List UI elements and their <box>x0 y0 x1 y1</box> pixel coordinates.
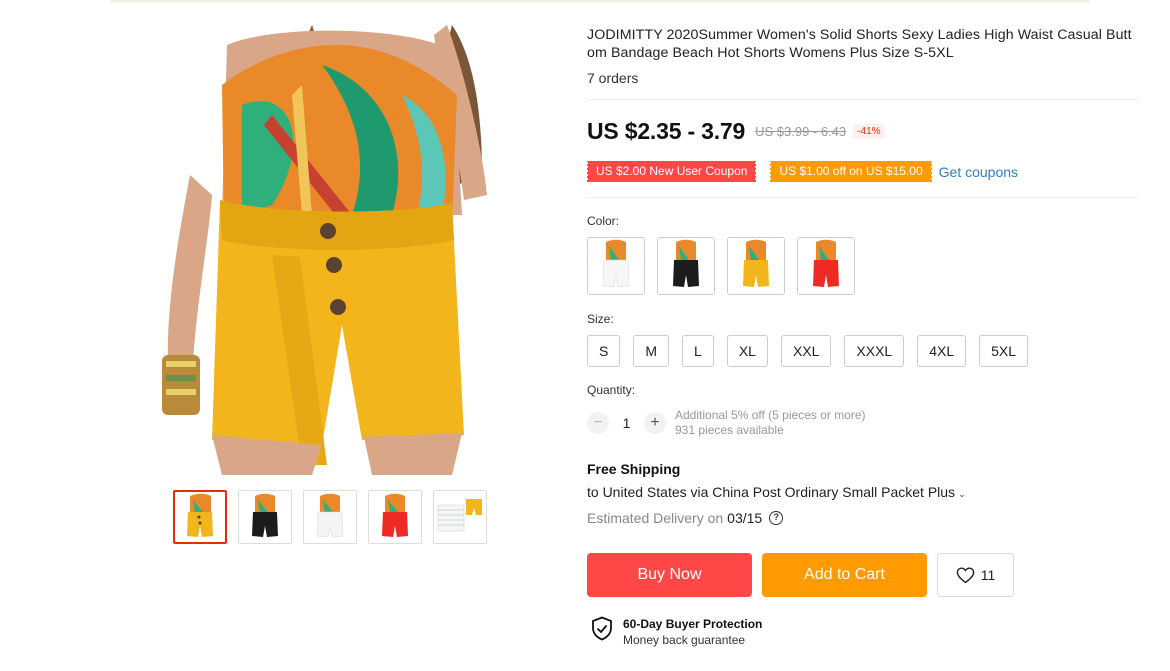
divider <box>587 99 1139 100</box>
thumbnail-strip <box>173 490 487 544</box>
shipping-method-selector[interactable]: to United States via China Post Ordinary… <box>587 484 966 500</box>
estimated-delivery: Estimated Delivery on 03/15 ? <box>587 510 784 526</box>
discount-badge: -41% <box>853 124 885 139</box>
size-option-l[interactable]: L <box>682 335 714 367</box>
size-option-xxl[interactable]: XXL <box>780 335 832 367</box>
thumbnail-size-chart[interactable] <box>433 490 487 544</box>
size-option-xl[interactable]: XL <box>726 335 768 367</box>
quantity-increase-button[interactable]: + <box>644 412 666 434</box>
buyer-protection-title: 60-Day Buyer Protection <box>623 617 763 631</box>
store-coupon[interactable]: US $1.00 off on US $15.00 <box>769 161 933 182</box>
buyer-protection-subtitle: Money back guarantee <box>623 633 746 647</box>
buyer-protection-text: 60-Day Buyer Protection Money back guara… <box>623 616 762 648</box>
shipping-title: Free Shipping <box>587 461 681 477</box>
purchase-actions: Buy Now Add to Cart 11 <box>587 553 1014 597</box>
quantity-input[interactable]: 1 <box>609 415 644 431</box>
product-title: JODIMITTY 2020Summer Women's Solid Short… <box>587 26 1139 62</box>
product-title-line2: om Bandage Beach Hot Shorts Womens Plus … <box>587 45 954 61</box>
size-option-4xl[interactable]: 4XL <box>917 335 967 367</box>
color-option-white[interactable] <box>587 237 645 295</box>
chevron-down-icon: ⌄ <box>958 489 966 499</box>
color-swatches <box>587 237 855 295</box>
thumbnail-black[interactable] <box>238 490 292 544</box>
heart-icon <box>956 566 975 583</box>
new-user-coupon[interactable]: US $2.00 New User Coupon <box>585 161 758 182</box>
price-row: US $2.35 - 3.79 US $3.99 - 6.43 -41% <box>587 118 885 145</box>
estimated-delivery-label: Estimated Delivery on <box>587 510 724 526</box>
main-product-image[interactable] <box>152 25 497 475</box>
estimated-delivery-date: 03/15 <box>727 510 763 526</box>
thumbnail-red[interactable] <box>368 490 422 544</box>
wishlist-count: 11 <box>980 567 996 583</box>
shipping-method: to United States via China Post Ordinary… <box>587 484 956 500</box>
buy-now-button[interactable]: Buy Now <box>587 553 752 597</box>
size-label: Size: <box>587 312 614 326</box>
size-option-5xl[interactable]: 5XL <box>979 335 1029 367</box>
wishlist-button[interactable]: 11 <box>937 553 1014 597</box>
color-option-red[interactable] <box>797 237 855 295</box>
color-label: Color: <box>587 214 620 228</box>
current-price: US $2.35 - 3.79 <box>587 118 746 144</box>
original-price: US $3.99 - 6.43 <box>755 124 847 139</box>
buyer-protection: 60-Day Buyer Protection Money back guara… <box>591 616 762 648</box>
thumbnail-yellow[interactable] <box>173 490 227 544</box>
coupon-row: US $2.00 New User Coupon US $1.00 off on… <box>585 161 1018 182</box>
color-option-yellow[interactable] <box>727 237 785 295</box>
quantity-decrease-button[interactable]: − <box>587 412 609 434</box>
quantity-info: Additional 5% off (5 pieces or more) 931… <box>675 408 866 438</box>
color-option-black[interactable] <box>657 237 715 295</box>
divider <box>587 197 1139 198</box>
add-to-cart-button[interactable]: Add to Cart <box>762 553 927 597</box>
get-coupons-link[interactable]: Get coupons <box>939 164 1018 180</box>
product-title-line1: JODIMITTY 2020Summer Women's Solid Short… <box>587 27 1132 43</box>
size-options: S M L XL XXL XXXL 4XL 5XL <box>587 335 1029 367</box>
quantity-label: Quantity: <box>587 383 636 397</box>
top-shadow <box>110 0 1090 4</box>
size-option-m[interactable]: M <box>633 335 670 367</box>
help-circle-icon[interactable]: ? <box>769 511 784 525</box>
stock-available: 931 pieces available <box>675 423 784 437</box>
order-count: 7 orders <box>587 70 639 86</box>
size-option-xxxl[interactable]: XXXL <box>844 335 905 367</box>
bulk-discount-note: Additional 5% off (5 pieces or more) <box>675 408 866 422</box>
size-option-s[interactable]: S <box>587 335 621 367</box>
shield-check-icon <box>592 616 612 641</box>
quantity-stepper: − 1 + Additional 5% off (5 pieces or mor… <box>587 408 866 438</box>
thumbnail-white[interactable] <box>303 490 357 544</box>
